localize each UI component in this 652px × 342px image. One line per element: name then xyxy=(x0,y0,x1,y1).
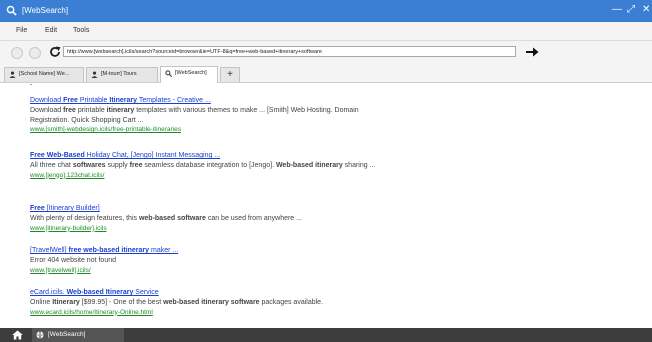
home-icon[interactable] xyxy=(12,330,23,340)
result-url[interactable]: www.[itinerary-builder].icils xyxy=(30,224,390,234)
result-url[interactable]: www.ecard.icils/home/Itinerary-Online.ht… xyxy=(30,308,390,318)
new-tab-button[interactable]: + xyxy=(220,67,240,82)
person-icon xyxy=(9,71,16,78)
tab-m-tourr[interactable]: [M-tourr] Tours xyxy=(86,67,158,82)
menu-edit[interactable]: Edit xyxy=(45,27,57,34)
search-result: Free [Itinerary Builder] With plenty of … xyxy=(30,204,390,233)
result-description: Online Itinerary [$99.95] - One of the b… xyxy=(30,299,324,306)
navigation-bar: http://www.[websearch].icils/search?sour… xyxy=(0,41,652,63)
taskbar: [WebSearch] xyxy=(0,328,652,342)
globe-icon xyxy=(36,331,44,339)
search-icon xyxy=(165,70,172,77)
menu-file[interactable]: File xyxy=(16,27,27,34)
page-content: Download Free Printable Itinerary Templa… xyxy=(0,83,652,328)
menu-bar: File Edit Tools xyxy=(0,22,652,41)
minimize-icon[interactable]: — xyxy=(612,4,622,16)
result-title-link[interactable]: Download Free Printable Itinerary Templa… xyxy=(30,96,390,106)
tab-websearch[interactable]: [WebSearch] xyxy=(160,66,218,83)
result-title-link[interactable]: Free [Itinerary Builder] xyxy=(30,204,390,214)
taskbar-item-websearch[interactable]: [WebSearch] xyxy=(32,328,124,342)
tab-bar: [School Name] We... [M-tourr] Tours [Web… xyxy=(0,63,652,83)
result-title-link[interactable]: [TravelWell] free web-based itinerary ma… xyxy=(30,246,390,256)
tab-label: [M-tourr] Tours xyxy=(101,71,137,77)
tab-school-name[interactable]: [School Name] We... xyxy=(4,67,84,82)
go-arrow-icon[interactable] xyxy=(524,45,540,59)
result-url[interactable]: www.[travelwell].icils/ xyxy=(30,266,390,276)
result-description: Error 404 website not found xyxy=(30,257,116,264)
result-title-link[interactable]: Free Web-Based Holiday Chat, [Jengo] Ins… xyxy=(30,151,390,161)
url-input[interactable]: http://www.[websearch].icils/search?sour… xyxy=(63,46,516,57)
search-result: Free Web-Based Holiday Chat, [Jengo] Ins… xyxy=(30,151,390,180)
window-title: [WebSearch] xyxy=(22,6,69,15)
back-button[interactable] xyxy=(11,47,23,59)
taskbar-item-label: [WebSearch] xyxy=(48,331,86,338)
person-icon xyxy=(91,71,98,78)
result-description: Download free printable itinerary templa… xyxy=(30,107,359,124)
search-icon xyxy=(6,5,17,16)
close-icon[interactable]: ✕ xyxy=(642,4,650,16)
reload-icon[interactable] xyxy=(48,45,62,59)
maximize-icon[interactable]: ⤢ xyxy=(627,4,635,16)
search-result: [TravelWell] free web-based itinerary ma… xyxy=(30,246,390,275)
title-bar: [WebSearch] — ⤢ ✕ xyxy=(0,0,652,22)
result-description: With plenty of design features, this web… xyxy=(30,215,302,222)
partial-result-url xyxy=(30,83,390,87)
tab-label: [School Name] We... xyxy=(19,71,70,77)
forward-button[interactable] xyxy=(29,47,41,59)
menu-tools[interactable]: Tools xyxy=(73,27,89,34)
result-url[interactable]: www.[jengo].123chat.icils/ xyxy=(30,171,390,181)
result-title-link[interactable]: eCard.icils. Web-based Itinerary Service xyxy=(30,288,390,298)
result-url[interactable]: www.[smith]-webdesign.icils/free-printab… xyxy=(30,125,390,135)
search-result: Download Free Printable Itinerary Templa… xyxy=(30,96,390,135)
search-result: eCard.icils. Web-based Itinerary Service… xyxy=(30,288,390,317)
result-description: All three chat softwares supply free sea… xyxy=(30,162,376,169)
tab-label: [WebSearch] xyxy=(175,70,207,76)
